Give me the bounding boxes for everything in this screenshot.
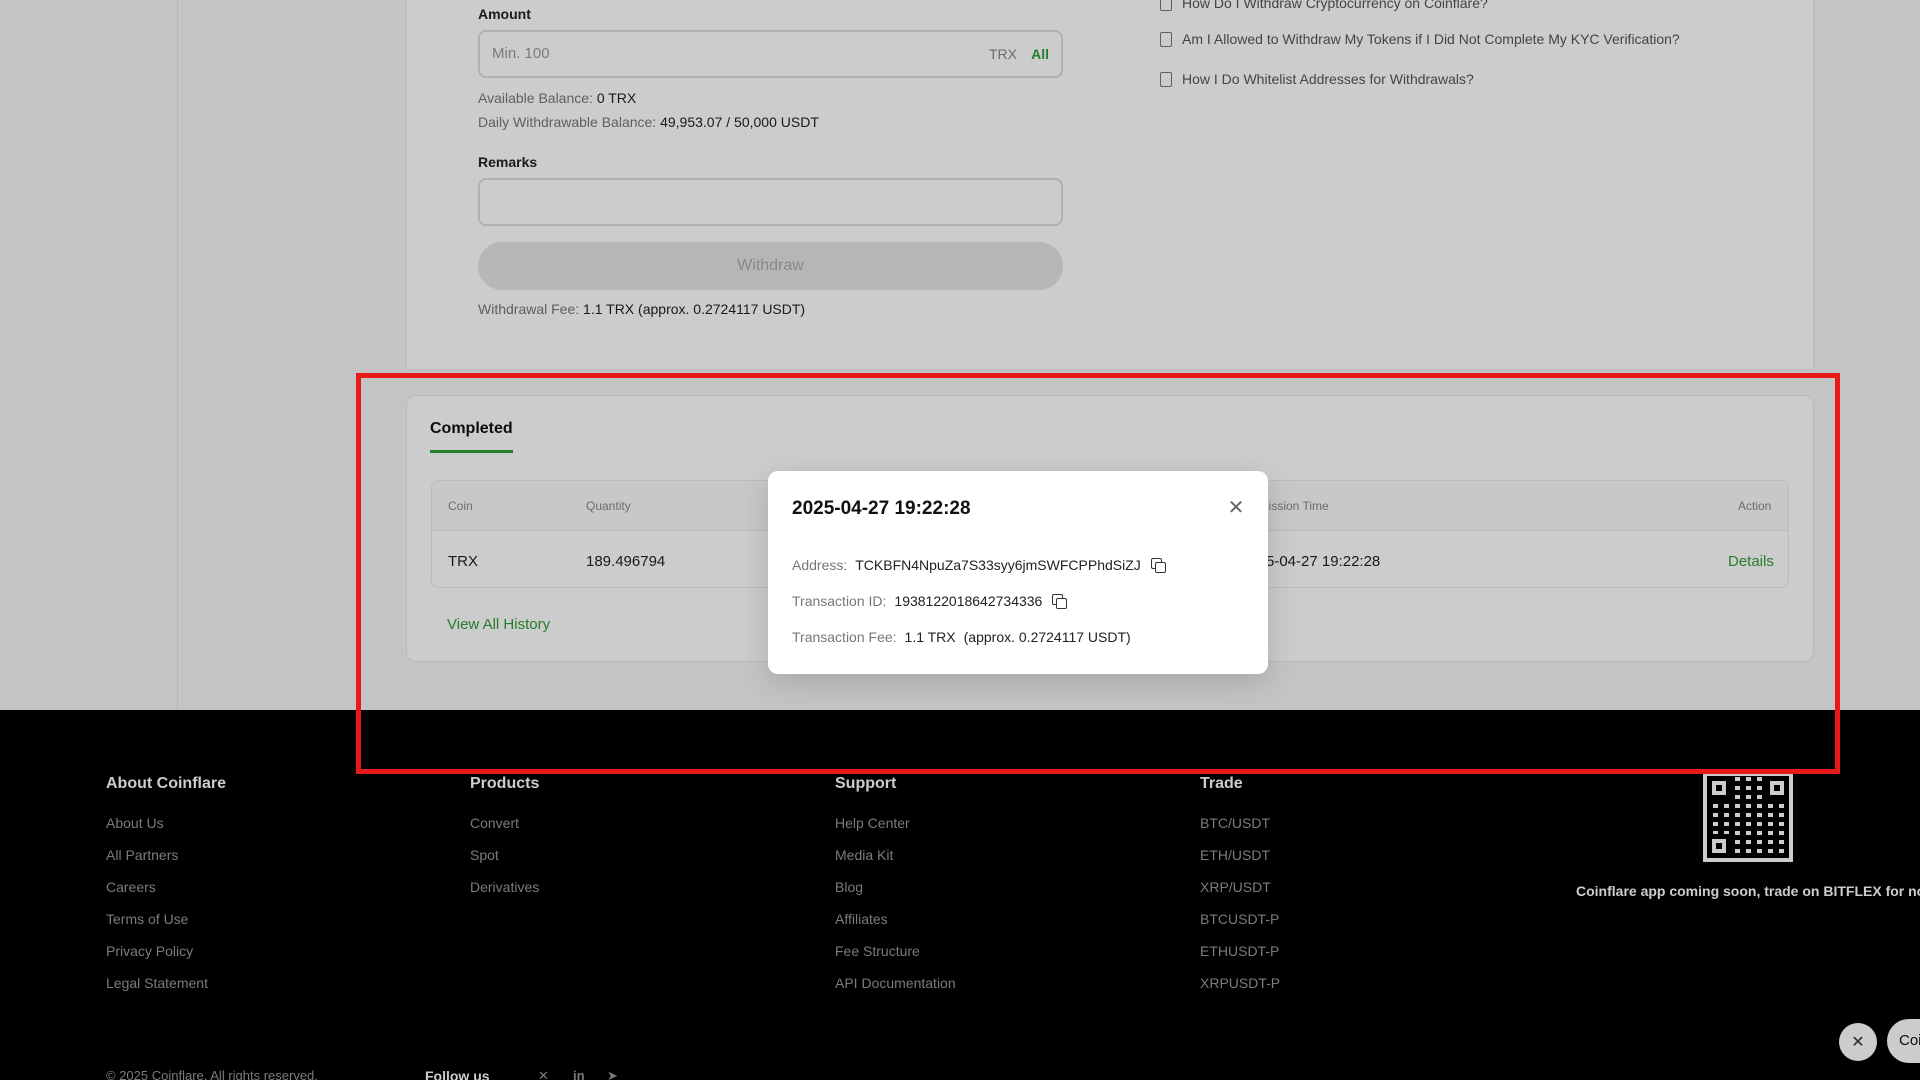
modal-title: 2025-04-27 19:22:28 — [792, 498, 971, 519]
address-row: Address: TCKBFN4NpuZa7S33syy6jmSWFCPPhdS… — [792, 557, 1166, 573]
close-icon: ✕ — [1227, 496, 1245, 519]
transaction-fee-row: Transaction Fee: 1.1 TRX (approx. 0.2724… — [792, 629, 1131, 645]
transaction-id-label: Transaction ID: — [792, 593, 887, 609]
transaction-id-row: Transaction ID: 1938122018642734336 — [792, 593, 1068, 609]
copy-icon[interactable] — [1150, 558, 1166, 573]
transaction-fee-label: Transaction Fee: — [792, 629, 897, 645]
transaction-details-modal: 2025-04-27 19:22:28 ✕ Address: TCKBFN4Np… — [768, 471, 1268, 674]
copy-icon[interactable] — [1052, 594, 1068, 609]
transaction-fee-value: 1.1 TRX — [904, 629, 956, 645]
transaction-id-value: 1938122018642734336 — [894, 593, 1043, 609]
transaction-fee-approx: (approx. 0.2724117 USDT) — [963, 629, 1131, 645]
address-value: TCKBFN4NpuZa7S33syy6jmSWFCPPhdSiZJ — [855, 557, 1141, 573]
modal-close-button[interactable]: ✕ — [1224, 495, 1248, 519]
address-label: Address: — [792, 557, 848, 573]
